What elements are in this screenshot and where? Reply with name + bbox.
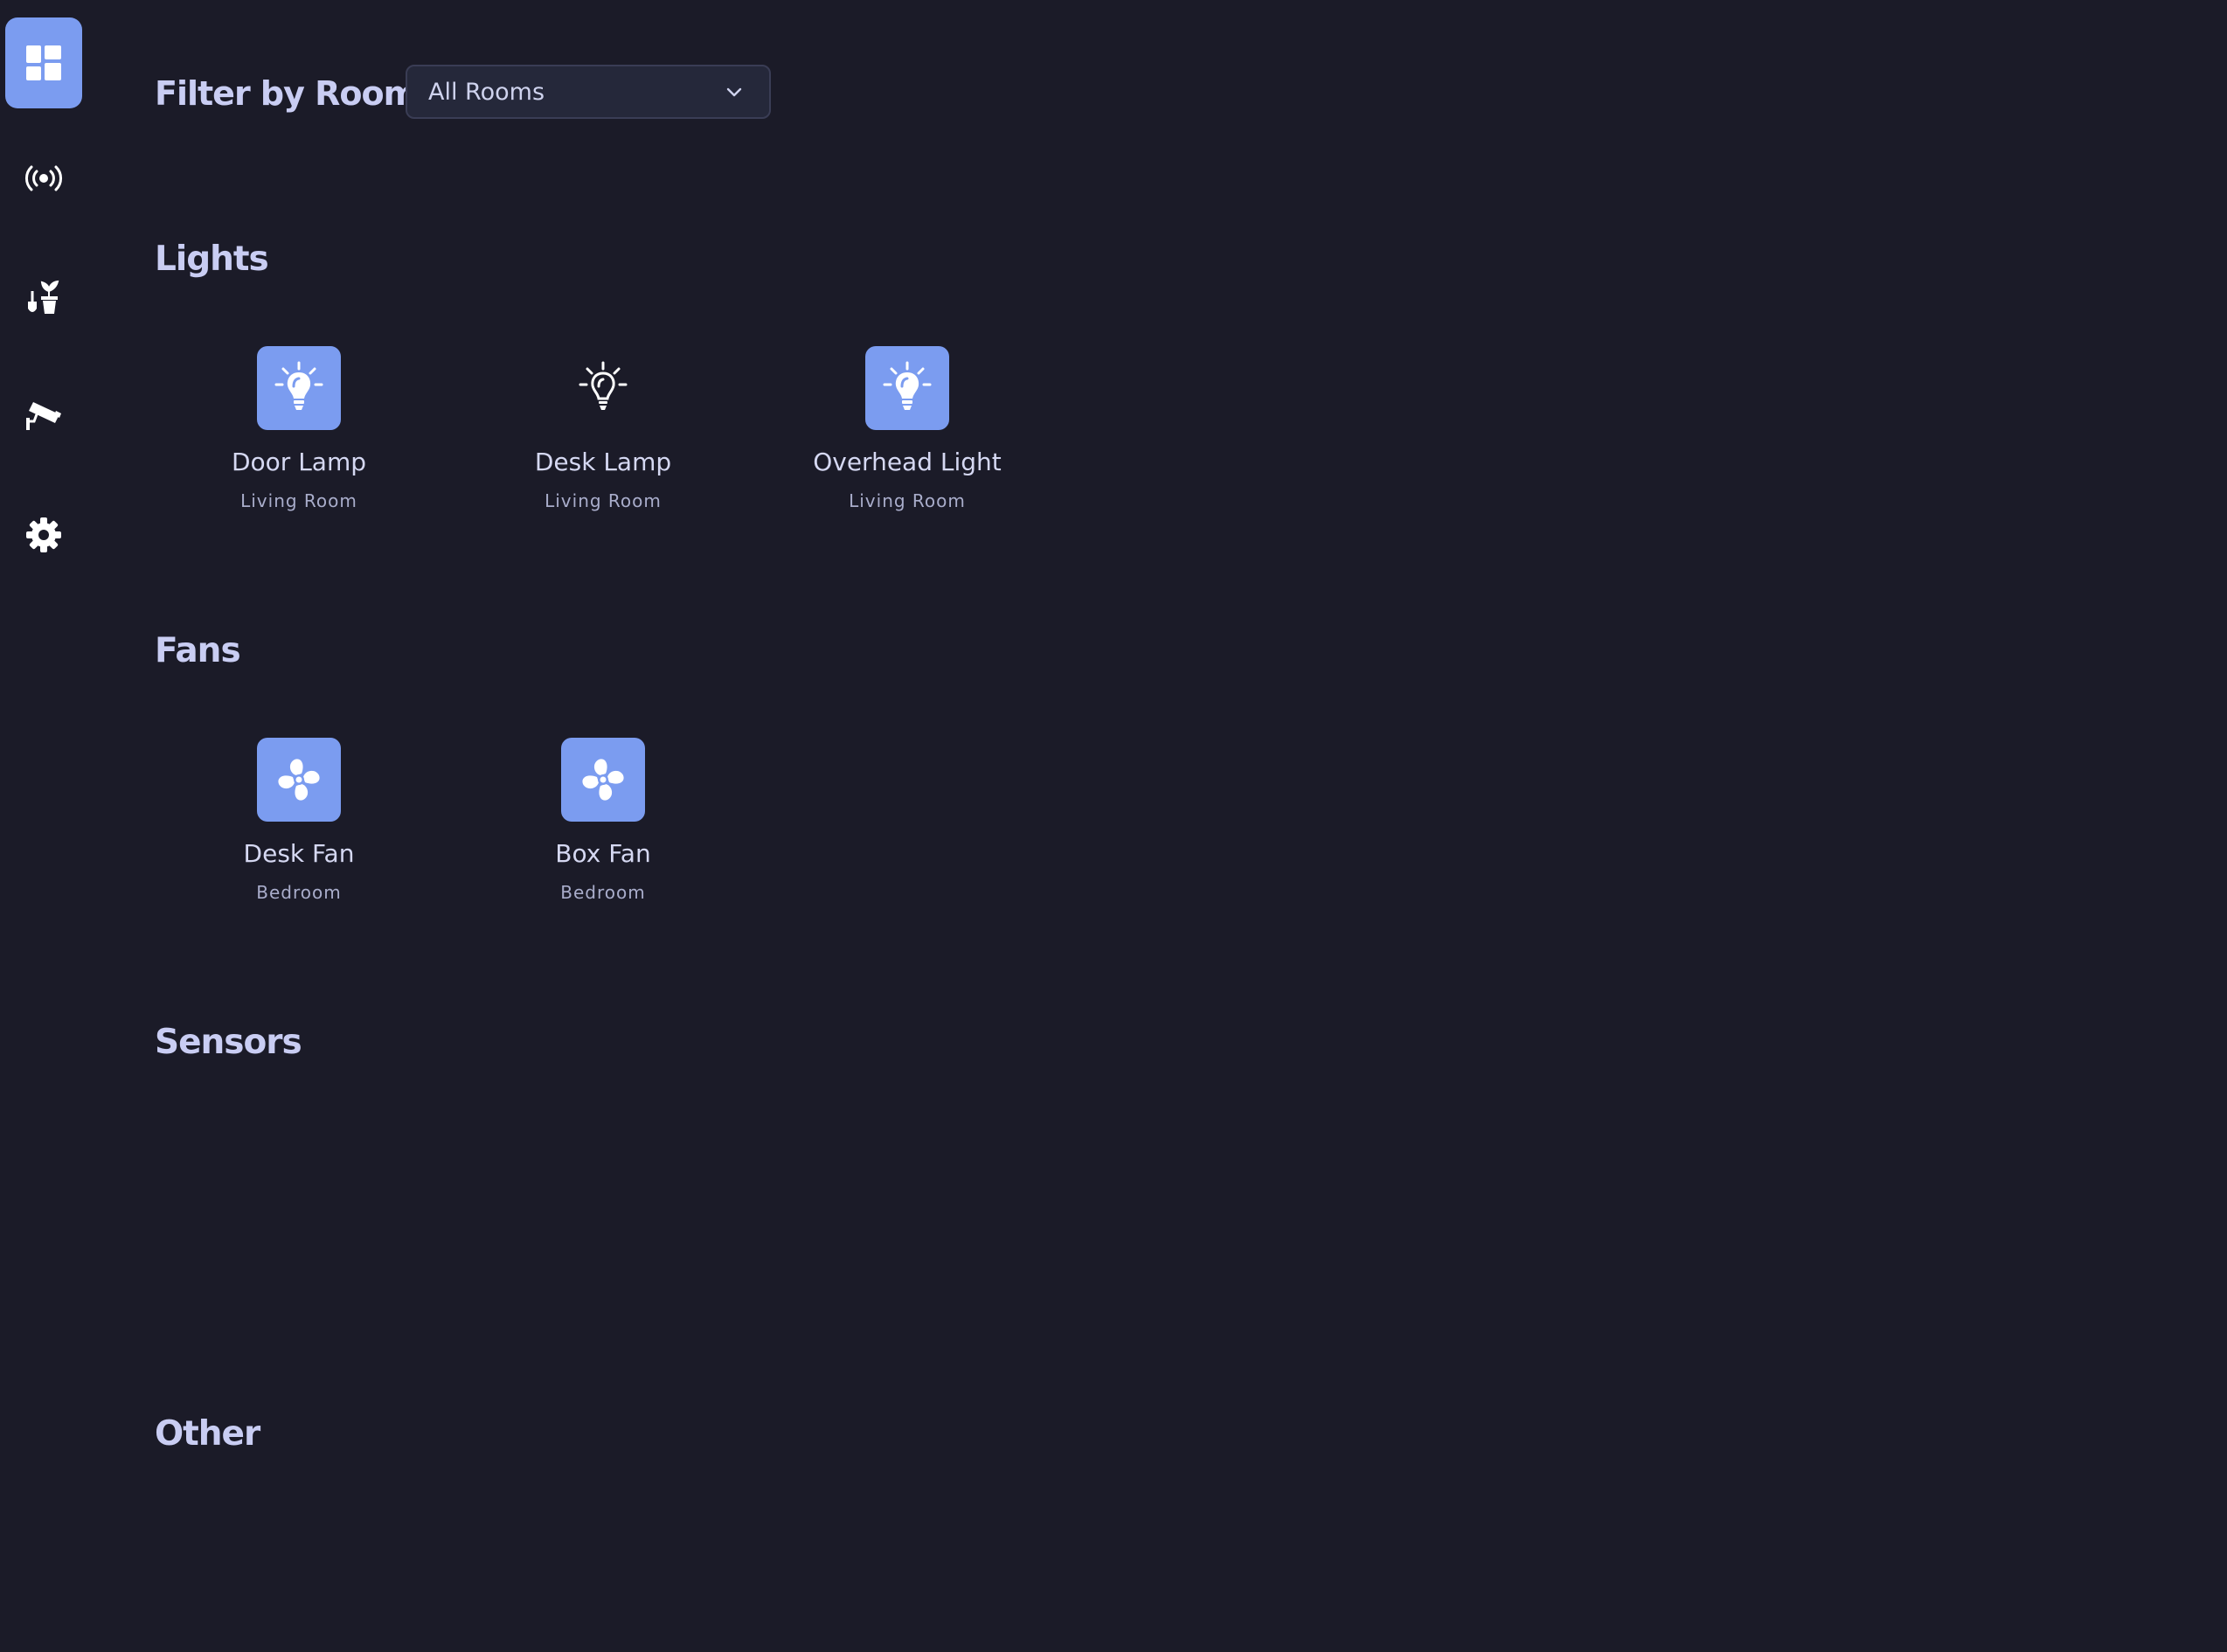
device-tile [865,346,949,430]
lightbulb-icon [883,361,932,410]
sidebar-item-garden[interactable] [5,252,82,343]
section-title-fans: Fans [155,631,241,670]
device-tile [257,346,341,430]
app-window: Filter by Room: All Rooms Lights Door La… [0,0,2227,1652]
fan-icon [582,759,624,801]
device-room: Living Room [849,490,966,511]
plant-tools-icon [28,280,59,314]
device-tile [257,738,341,822]
device-name: Desk Fan [243,839,355,868]
sidebar-item-settings[interactable] [5,489,82,580]
sidebar-item-dashboard[interactable] [5,17,82,108]
sidebar [0,0,87,1652]
lightbulb-icon [274,361,323,410]
device-tile [561,738,645,822]
section-title-lights: Lights [155,239,269,279]
filter-label: Filter by Room: [155,74,430,113]
device-card-door-lamp[interactable]: Door Lamp Living Room [168,346,430,511]
section-title-sensors: Sensors [155,1023,302,1062]
sidebar-item-security[interactable] [5,371,82,462]
device-card-overhead-light[interactable]: Overhead Light Living Room [776,346,1038,511]
dashboard-icon [26,45,61,80]
chevron-down-icon [726,87,742,97]
device-card-desk-lamp[interactable]: Desk Lamp Living Room [472,346,734,511]
device-room: Living Room [545,490,662,511]
device-room: Bedroom [256,882,342,903]
section-title-other: Other [155,1414,260,1454]
device-room: Bedroom [560,882,646,903]
sidebar-item-devices[interactable] [5,133,82,224]
security-camera-icon [26,402,61,430]
broadcast-icon [25,165,62,191]
device-card-box-fan[interactable]: Box Fan Bedroom [472,738,734,903]
lightbulb-icon [579,361,628,410]
device-name: Overhead Light [813,448,1002,476]
room-select-value: All Rooms [428,78,545,106]
device-name: Box Fan [555,839,651,868]
fan-icon [278,759,320,801]
device-tile [561,346,645,430]
gear-icon [26,517,61,552]
room-filter: Filter by Room: All Rooms [155,65,771,122]
main-content: Filter by Room: All Rooms Lights Door La… [155,0,2165,1652]
device-card-desk-fan[interactable]: Desk Fan Bedroom [168,738,430,903]
room-select[interactable]: All Rooms [406,65,771,119]
device-name: Door Lamp [231,448,367,476]
device-room: Living Room [240,490,357,511]
device-name: Desk Lamp [534,448,672,476]
